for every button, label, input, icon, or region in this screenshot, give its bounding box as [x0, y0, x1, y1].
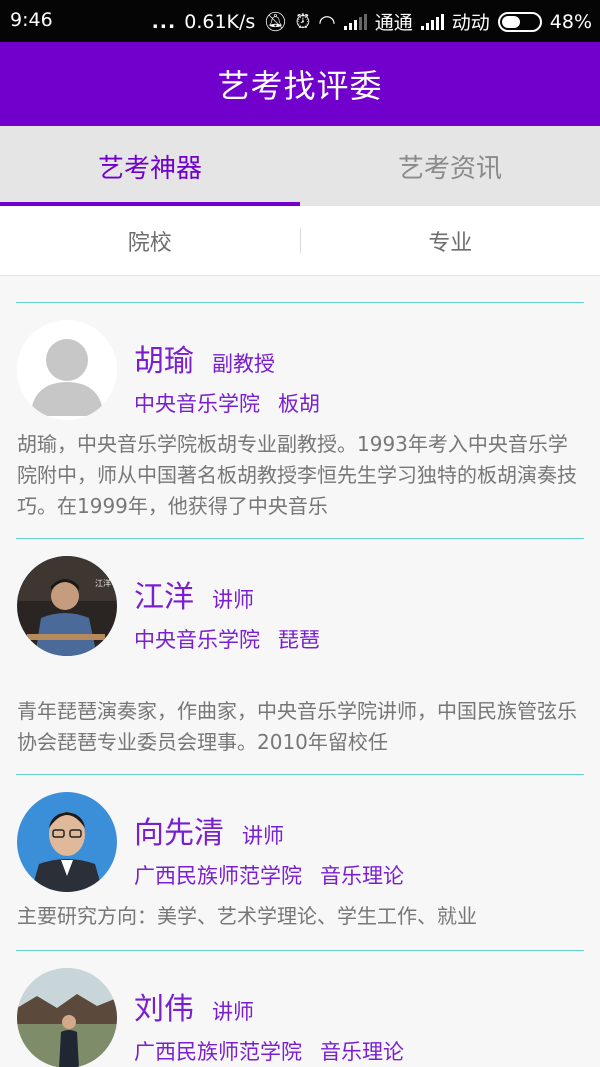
- judge-list: 胡瑜 副教授 中央音乐学院 板胡 胡瑜，中央音乐学院板胡专业副教授。1993年考入…: [0, 276, 600, 1067]
- judge-info: 向先清 讲师 广西民族师范学院 音乐理论: [134, 808, 404, 890]
- default-avatar-icon: [17, 320, 117, 420]
- judge-info: 胡瑜 副教授 中央音乐学院 板胡: [134, 336, 320, 418]
- judge-major: 音乐理论: [320, 1040, 404, 1064]
- page-title: 艺考找评委: [217, 67, 383, 105]
- avatar: 江洋: [17, 556, 117, 656]
- svg-text:江洋: 江洋: [95, 578, 111, 588]
- alarm-icon: ⏰︎: [295, 10, 311, 33]
- judge-title: 副教授: [212, 352, 275, 376]
- judge-description: 胡瑜，中央音乐学院板胡专业副教授。1993年考入中央音乐学院附中，师从中国著名板…: [17, 432, 577, 518]
- judge-major: 音乐理论: [320, 864, 404, 888]
- list-item[interactable]: 江洋 江洋 讲师 中央音乐学院 琵琶 青年琵琶演奏家，作曲家，中央音乐学院讲师，中…: [0, 539, 600, 774]
- main-tab-bar: 艺考神器 艺考资讯: [0, 126, 600, 206]
- judge-school: 广西民族师范学院: [134, 864, 302, 888]
- status-bar: 9:46 ... 0.61K/s 🔕︎ ⏰︎ ◠ 通通 动动 48%: [0, 0, 600, 42]
- network-speed: 0.61K/s: [184, 10, 256, 33]
- avatar: [17, 968, 117, 1067]
- list-item[interactable]: 向先清 讲师 广西民族师范学院 音乐理论 主要研究方向：美学、艺术学理论、学生工作…: [0, 775, 600, 950]
- judge-description: 青年琵琶演奏家，作曲家，中央音乐学院讲师，中国民族管弦乐协会琵琶专业委员会理事。…: [17, 699, 577, 754]
- list-item[interactable]: 刘伟 讲师 广西民族师范学院 音乐理论: [0, 951, 600, 1067]
- judge-title: 讲师: [212, 1000, 254, 1024]
- judge-description: 主要研究方向：美学、艺术学理论、学生工作、就业: [17, 904, 477, 928]
- tab-art-exam-news[interactable]: 艺考资讯: [300, 126, 600, 206]
- judge-name: 刘伟: [134, 992, 194, 1027]
- battery-icon: [497, 11, 542, 32]
- judge-name: 向先清: [134, 816, 224, 851]
- notification-dots: ...: [151, 10, 177, 33]
- judge-major: 琵琶: [278, 628, 320, 652]
- tab-art-exam-tools[interactable]: 艺考神器: [0, 126, 300, 206]
- judge-info: 刘伟 讲师 广西民族师范学院 音乐理论: [134, 984, 404, 1066]
- judge-school: 中央音乐学院: [134, 392, 260, 416]
- carrier-2: 动动: [451, 12, 490, 34]
- avatar: [17, 792, 117, 892]
- tab-majors[interactable]: 专业: [301, 206, 600, 275]
- status-time: 9:46: [10, 9, 53, 31]
- battery-level: 48%: [549, 10, 592, 33]
- sub-tab-bar: 院校 专业: [0, 206, 600, 276]
- app-header: 艺考找评委: [0, 42, 600, 126]
- judge-title: 讲师: [242, 824, 284, 848]
- judge-school: 广西民族师范学院: [134, 1040, 302, 1064]
- mute-icon: 🔕︎: [263, 11, 288, 33]
- signal-icon: [343, 13, 367, 30]
- signal-icon: [420, 13, 444, 30]
- status-indicators: ... 0.61K/s 🔕︎ ⏰︎ ◠ 通通 动动 48%: [152, 8, 592, 35]
- list-item[interactable]: 胡瑜 副教授 中央音乐学院 板胡 胡瑜，中央音乐学院板胡专业副教授。1993年考入…: [0, 303, 600, 538]
- judge-name: 胡瑜: [134, 344, 194, 379]
- judge-major: 板胡: [278, 392, 320, 416]
- judge-info: 江洋 讲师 中央音乐学院 琵琶: [134, 572, 320, 654]
- wifi-icon: ◠: [318, 9, 336, 34]
- judge-school: 中央音乐学院: [134, 628, 260, 652]
- judge-name: 江洋: [134, 580, 194, 615]
- tab-schools[interactable]: 院校: [0, 206, 300, 275]
- judge-title: 讲师: [212, 588, 254, 612]
- carrier-1: 通通: [374, 12, 413, 34]
